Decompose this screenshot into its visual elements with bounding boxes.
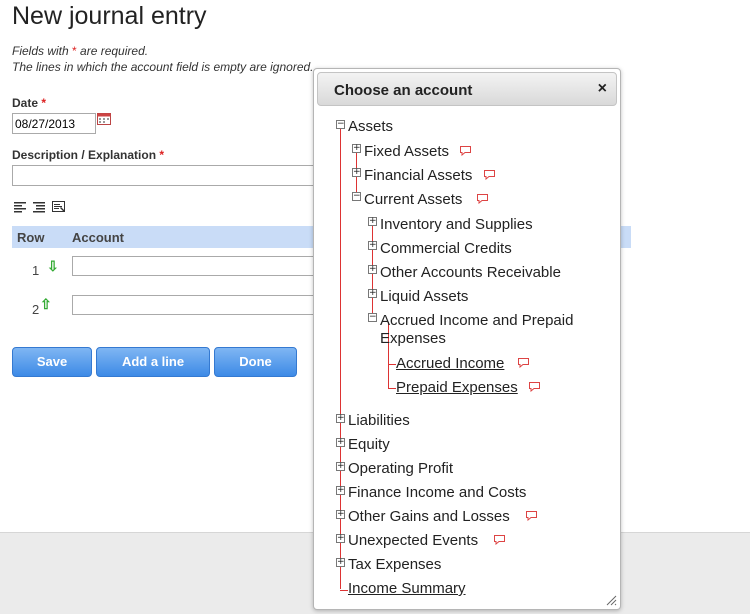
tree-item-liabilities[interactable]: Liabilities xyxy=(348,412,410,430)
hint-text-pre: Fields with xyxy=(12,44,73,58)
expand-toggle-icon[interactable]: + xyxy=(336,534,345,543)
tree-item-other-receivable[interactable]: Other Accounts Receivable xyxy=(380,264,561,282)
account-input[interactable] xyxy=(72,256,322,276)
date-label: Date * xyxy=(12,96,46,110)
collapse-toggle-icon[interactable]: − xyxy=(368,313,377,322)
description-label-text: Description / Explanation xyxy=(12,148,157,162)
description-input[interactable] xyxy=(12,165,322,186)
date-label-text: Date xyxy=(12,96,39,110)
expand-toggle-icon[interactable]: + xyxy=(336,462,345,471)
tree-item-financial-assets[interactable]: Financial Assets xyxy=(364,167,472,185)
tree-item-prepaid-expenses[interactable]: Prepaid Expenses xyxy=(396,379,518,397)
expand-toggle-icon[interactable]: + xyxy=(336,438,345,447)
move-down-icon[interactable]: ⇩ xyxy=(47,258,59,275)
date-input[interactable] xyxy=(12,113,96,134)
align-left-icon[interactable] xyxy=(14,201,28,213)
comment-icon[interactable] xyxy=(517,357,530,368)
expand-toggle-icon[interactable]: + xyxy=(336,510,345,519)
tree-item-other-gains[interactable]: Other Gains and Losses xyxy=(348,508,510,526)
tree-item-commercial-credits[interactable]: Commercial Credits xyxy=(380,240,512,258)
tree-item-tax-expenses[interactable]: Tax Expenses xyxy=(348,556,441,574)
tree-item-income-summary[interactable]: Income Summary xyxy=(348,580,466,598)
collapse-toggle-icon[interactable]: − xyxy=(352,192,361,201)
required-star: * xyxy=(159,148,165,162)
expand-toggle-icon[interactable]: + xyxy=(336,486,345,495)
required-star: * xyxy=(41,96,47,110)
empty-lines-hint: The lines in which the account field is … xyxy=(12,60,313,74)
tree-item-accrued-income[interactable]: Accrued Income xyxy=(396,355,504,373)
tree-item-fixed-assets[interactable]: Fixed Assets xyxy=(364,143,449,161)
calendar-icon[interactable] xyxy=(97,111,111,125)
close-icon[interactable]: × xyxy=(598,80,607,98)
collapse-toggle-icon[interactable]: − xyxy=(336,120,345,129)
tree-line xyxy=(340,590,348,591)
tree-item-equity[interactable]: Equity xyxy=(348,436,390,454)
tree-item-inventory[interactable]: Inventory and Supplies xyxy=(380,216,533,234)
tree-item-unexpected-events[interactable]: Unexpected Events xyxy=(348,532,478,550)
comment-icon[interactable] xyxy=(528,381,541,392)
resize-handle-icon[interactable] xyxy=(605,594,617,606)
expand-toggle-icon[interactable]: + xyxy=(352,168,361,177)
done-button[interactable]: Done xyxy=(214,347,297,377)
expand-toggle-icon[interactable]: + xyxy=(368,217,377,226)
tree-line xyxy=(340,124,341,589)
tree-item-accrued-prepaid-cont[interactable]: Expenses xyxy=(380,330,446,348)
row-number: 1 xyxy=(32,263,40,278)
row-number: 2 xyxy=(32,302,40,317)
indent-icon[interactable] xyxy=(33,201,47,213)
tree-item-liquid-assets[interactable]: Liquid Assets xyxy=(380,288,468,306)
expand-toggle-icon[interactable]: + xyxy=(336,414,345,423)
move-up-icon[interactable]: ⇧ xyxy=(40,296,52,313)
tree-item-assets[interactable]: Assets xyxy=(348,118,393,136)
column-row: Row xyxy=(17,230,45,245)
tree-item-operating-profit[interactable]: Operating Profit xyxy=(348,460,453,478)
hint-text-post: are required. xyxy=(76,44,149,58)
description-label: Description / Explanation * xyxy=(12,148,164,162)
add-line-button[interactable]: Add a line xyxy=(96,347,210,377)
comment-icon[interactable] xyxy=(493,534,506,545)
edit-text-icon[interactable] xyxy=(52,201,66,213)
comment-icon[interactable] xyxy=(476,193,489,204)
expand-toggle-icon[interactable]: + xyxy=(368,265,377,274)
choose-account-dialog: Choose an account × − Assets + Fixed Ass… xyxy=(313,68,621,610)
tree-item-finance-income[interactable]: Finance Income and Costs xyxy=(348,484,526,502)
required-hint: Fields with * are required. xyxy=(12,44,148,58)
dialog-title: Choose an account xyxy=(334,82,473,99)
page-title: New journal entry xyxy=(12,2,207,30)
tree-line xyxy=(388,364,396,365)
expand-toggle-icon[interactable]: + xyxy=(336,558,345,567)
tree-item-accrued-prepaid[interactable]: Accrued Income and Prepaid xyxy=(380,312,573,330)
expand-toggle-icon[interactable]: + xyxy=(368,241,377,250)
expand-toggle-icon[interactable]: + xyxy=(368,289,377,298)
column-account: Account xyxy=(72,230,124,245)
tree-line xyxy=(388,388,396,389)
tree-item-current-assets[interactable]: Current Assets xyxy=(364,191,462,209)
comment-icon[interactable] xyxy=(483,169,496,180)
comment-icon[interactable] xyxy=(525,510,538,521)
account-input[interactable] xyxy=(72,295,322,315)
save-button[interactable]: Save xyxy=(12,347,92,377)
dialog-header[interactable]: Choose an account × xyxy=(317,72,617,106)
expand-toggle-icon[interactable]: + xyxy=(352,144,361,153)
comment-icon[interactable] xyxy=(459,145,472,156)
